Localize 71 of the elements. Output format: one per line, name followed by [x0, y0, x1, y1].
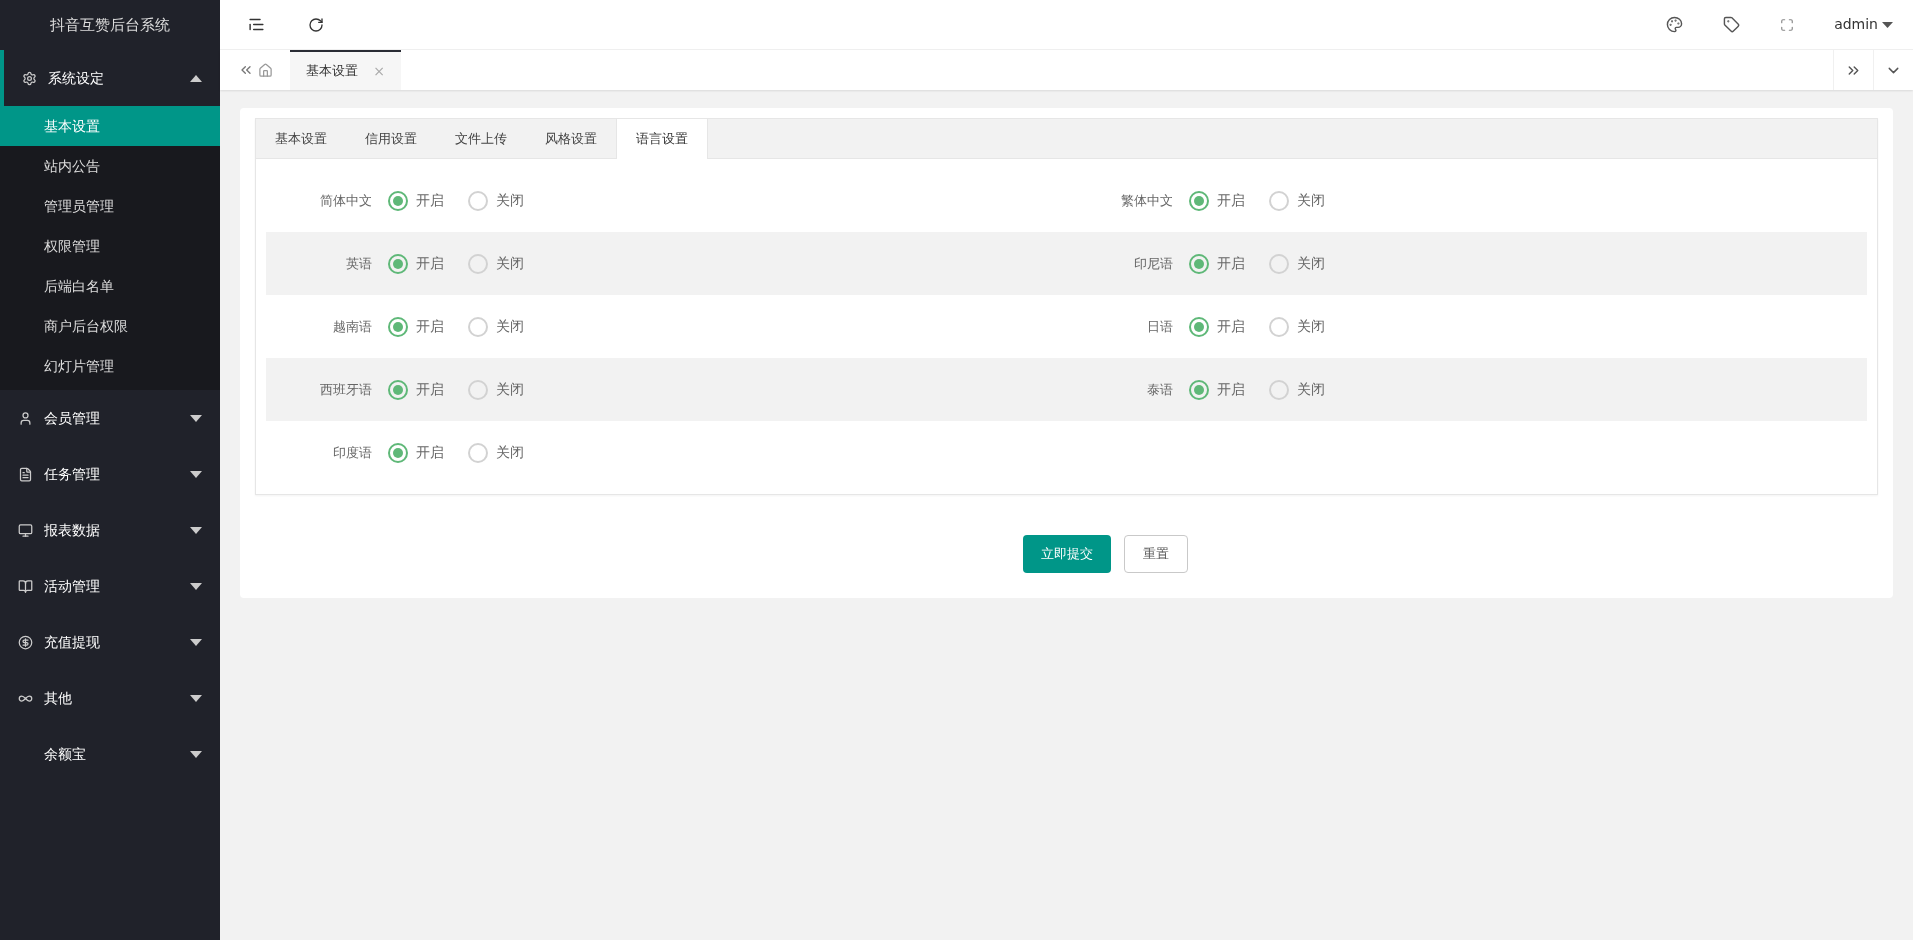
submenu-item[interactable]: 管理员管理	[0, 186, 220, 226]
monitor-icon	[18, 522, 33, 538]
submenu-item[interactable]: 后端白名单	[0, 266, 220, 306]
user-icon	[18, 410, 33, 426]
field-label: 繁体中文	[1119, 191, 1174, 210]
caret-icon	[190, 74, 202, 82]
radio-option[interactable]: 关闭	[1268, 190, 1329, 211]
caret-icon	[190, 582, 202, 590]
palette-icon[interactable]	[1666, 16, 1684, 33]
caret-icon	[190, 526, 202, 534]
caret-icon	[190, 750, 202, 758]
field-label: 西班牙语	[319, 380, 373, 399]
caret-icon	[1882, 21, 1893, 28]
field-label: 泰语	[1145, 380, 1174, 399]
radio-option[interactable]: 关闭	[1268, 316, 1329, 337]
radio-option[interactable]: 开启	[1188, 253, 1249, 274]
field-label: 简体中文	[319, 191, 373, 210]
settings-icon	[22, 70, 37, 86]
radio-option[interactable]: 关闭	[468, 316, 528, 337]
radio-option[interactable]: 开启	[1188, 190, 1249, 211]
radio-option[interactable]: 开启	[388, 379, 448, 400]
submit-button[interactable]: 立即提交	[1023, 535, 1111, 573]
submenu-item[interactable]: 商户后台权限	[0, 306, 220, 346]
radio-option[interactable]: 关闭	[468, 253, 528, 274]
home-icon[interactable]	[257, 62, 273, 78]
field-label: 越南语	[332, 317, 373, 336]
radio-option[interactable]: 关闭	[1268, 379, 1329, 400]
menu-group[interactable]: 充值提现	[0, 614, 220, 670]
caret-icon	[190, 414, 202, 422]
submenu-item[interactable]: 幻灯片管理	[0, 346, 220, 386]
reset-button[interactable]: 重置	[1124, 535, 1188, 573]
submenu-item[interactable]: 基本设置	[0, 106, 220, 146]
caret-icon	[190, 638, 202, 646]
radio-option[interactable]: 开启	[1188, 379, 1249, 400]
radio-option[interactable]: 开启	[388, 253, 448, 274]
caret-icon	[190, 694, 202, 702]
fullscreen-icon[interactable]	[1780, 17, 1795, 32]
menu-group[interactable]: 任务管理	[0, 446, 220, 502]
field-label: 日语	[1145, 317, 1174, 336]
form-tab[interactable]: 语言设置	[616, 119, 708, 159]
form-tab[interactable]: 文件上传	[436, 119, 526, 158]
tag-icon[interactable]	[1723, 16, 1741, 33]
page-tab[interactable]: 基本设置 ×	[290, 50, 401, 90]
radio-option[interactable]: 开启	[388, 190, 448, 211]
radio-option[interactable]: 开启	[388, 316, 448, 337]
field-label: 印度语	[332, 443, 373, 462]
radio-option[interactable]: 关闭	[468, 379, 528, 400]
user-menu[interactable]: admin	[1834, 14, 1893, 35]
radio-option[interactable]: 开启	[388, 442, 448, 463]
app-title: 抖音互赞后台系统	[49, 14, 171, 36]
field-label: 英语	[345, 254, 373, 273]
form-tab[interactable]: 风格设置	[526, 119, 616, 158]
menu-group[interactable]: 余额宝	[0, 726, 220, 782]
radio-option[interactable]: 关闭	[1268, 253, 1329, 274]
form-tab[interactable]: 信用设置	[346, 119, 436, 158]
radio-option[interactable]: 关闭	[468, 190, 528, 211]
book-icon	[18, 578, 33, 594]
menu-group[interactable]: 报表数据	[0, 502, 220, 558]
radio-option[interactable]: 关闭	[468, 442, 528, 463]
form-tab[interactable]: 基本设置	[256, 119, 346, 158]
radio-option[interactable]: 开启	[1188, 316, 1249, 337]
menu-group[interactable]: 活动管理	[0, 558, 220, 614]
submenu-item[interactable]: 站内公告	[0, 146, 220, 186]
menu-group[interactable]: 其他	[0, 670, 220, 726]
document-icon	[18, 466, 33, 482]
field-label: 印尼语	[1132, 254, 1174, 273]
menu-icon[interactable]	[248, 16, 265, 33]
caret-icon	[190, 470, 202, 478]
submenu-item[interactable]: 权限管理	[0, 226, 220, 266]
refresh-icon[interactable]	[308, 16, 324, 33]
menu-group[interactable]: 会员管理	[0, 390, 220, 446]
